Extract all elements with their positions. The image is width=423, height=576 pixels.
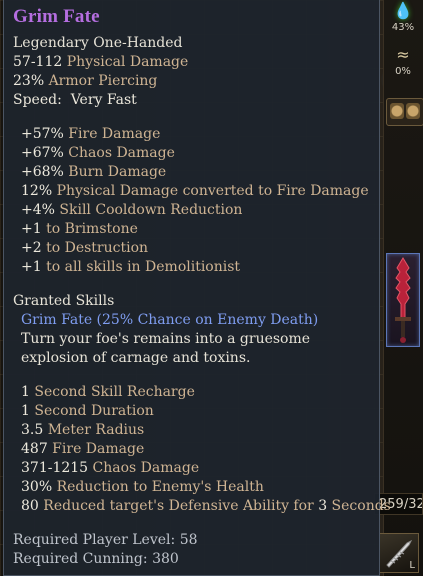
acid-drop-icon: 💧 bbox=[393, 1, 413, 20]
affix-line: +2 to Destruction bbox=[21, 239, 148, 257]
requirement-line: Required Player Level: 58 bbox=[13, 531, 198, 549]
acid-resistance-value: 43% bbox=[391, 22, 415, 33]
skill-stat-value: 1 bbox=[21, 384, 30, 400]
granted-skill-name: Grim Fate (25% Chance on Enemy Death) bbox=[21, 312, 319, 328]
affix-value: +2 bbox=[21, 240, 42, 256]
affix-label: to Destruction bbox=[41, 240, 149, 256]
affix-label: to Brimstone bbox=[41, 221, 138, 237]
affix-line: +68% Burn Damage bbox=[21, 163, 166, 181]
skill-stat-line: 371-1215 Chaos Damage bbox=[21, 459, 199, 477]
affix-line: +57% Fire Damage bbox=[21, 125, 160, 143]
skill-stat-label: Reduced target's Defensive Ability for bbox=[38, 498, 319, 514]
affix-value: +68% bbox=[21, 164, 64, 180]
requirement-label: Required Player Level: bbox=[13, 532, 180, 548]
item-tooltip: Grim Fate Legendary One-Handed 57-112 Ph… bbox=[3, 0, 391, 576]
requirement-line: Required Cunning: 380 bbox=[13, 550, 179, 568]
skill-stat-value: 371-1215 bbox=[21, 460, 89, 476]
stat-value: Speed: bbox=[13, 92, 62, 108]
skill-stat-line: 80 Reduced target's Defensive Ability fo… bbox=[21, 497, 391, 515]
skill-stat-value: 1 bbox=[21, 403, 30, 419]
requirement-value: 380 bbox=[152, 551, 179, 567]
base-stat-line: 23% Armor Piercing bbox=[13, 72, 157, 90]
affix-value: +1 bbox=[21, 221, 42, 237]
requirement-label: Required Cunning: bbox=[13, 551, 153, 567]
affix-label: Burn Damage bbox=[63, 164, 167, 180]
skill-hotbar-button[interactable]: L bbox=[379, 533, 419, 573]
skill-stat-value: 80 bbox=[21, 498, 39, 514]
stat-label: Very Fast bbox=[61, 92, 137, 108]
skill-stat-label: Meter Radius bbox=[43, 422, 145, 438]
affix-value: +57% bbox=[21, 126, 64, 142]
base-stat-line: 57-112 Physical Damage bbox=[13, 53, 188, 71]
skill-stat-label: Second Duration bbox=[29, 403, 154, 419]
wind-resistance-value: 0% bbox=[395, 66, 411, 77]
quick-slot-item[interactable] bbox=[390, 103, 404, 119]
equipped-weapon-slot[interactable] bbox=[386, 253, 420, 347]
skill-stat-label: Fire Damage bbox=[47, 441, 145, 457]
stat-label: Physical Damage bbox=[62, 54, 189, 70]
skill-stat-label: Seconds bbox=[327, 498, 391, 514]
affix-value: 12% bbox=[21, 183, 53, 199]
whirlwind-icon: ≈ bbox=[396, 45, 410, 64]
affix-value: +1 bbox=[21, 259, 42, 275]
affix-label: Physical Damage converted to Fire Damage bbox=[52, 183, 369, 199]
affix-label: Chaos Damage bbox=[63, 145, 175, 161]
affix-line: +67% Chaos Damage bbox=[21, 144, 175, 162]
skill-stat-value: 487 bbox=[21, 441, 48, 457]
affix-line: +4% Skill Cooldown Reduction bbox=[21, 201, 242, 219]
granted-skill-description: Turn your foe's remains into a gruesome bbox=[21, 331, 311, 347]
affix-line: 12% Physical Damage converted to Fire Da… bbox=[21, 182, 369, 200]
affix-line: +1 to all skills in Demolitionist bbox=[21, 258, 240, 276]
granted-skills-heading: Granted Skills bbox=[13, 293, 115, 309]
requirement-value: 58 bbox=[179, 532, 198, 548]
acid-resistance-stat: 💧 43% bbox=[384, 1, 422, 34]
skill-stat-label: Chaos Damage bbox=[88, 460, 200, 476]
skill-stat-line: 1 Second Duration bbox=[21, 402, 154, 420]
game-screen: 💧 43% ≈ 0% 259/32 L Grim Fate Legendary … bbox=[0, 0, 423, 576]
affix-value: +4% bbox=[21, 202, 55, 218]
stat-value: 23% bbox=[13, 73, 45, 89]
item-name: Grim Fate bbox=[13, 6, 100, 27]
skill-stat-label: Reduction to Enemy's Health bbox=[52, 479, 264, 495]
skill-stat-value: 3.5 bbox=[21, 422, 44, 438]
affix-label: to all skills in Demolitionist bbox=[41, 259, 241, 275]
stat-value: 57-112 bbox=[13, 54, 63, 70]
wind-resistance-stat: ≈ 0% bbox=[384, 45, 422, 78]
skill-stat-line: 487 Fire Damage bbox=[21, 440, 144, 458]
granted-skill-description: explosion of carnage and toxins. bbox=[21, 350, 251, 366]
skill-stat-line: 3.5 Meter Radius bbox=[21, 421, 144, 439]
affix-value: +67% bbox=[21, 145, 64, 161]
affix-label: Skill Cooldown Reduction bbox=[54, 202, 243, 218]
affix-line: +1 to Brimstone bbox=[21, 220, 138, 238]
skill-stat-value: 30% bbox=[21, 479, 53, 495]
quick-slot-strip[interactable] bbox=[386, 98, 423, 126]
base-stat-line: Speed: Very Fast bbox=[13, 91, 137, 109]
skill-stat-label: Second Skill Recharge bbox=[29, 384, 195, 400]
skill-stat-line: 30% Reduction to Enemy's Health bbox=[21, 478, 264, 496]
serrated-blade-icon bbox=[395, 257, 411, 343]
hotkey-label: L bbox=[409, 560, 415, 571]
stat-label: Armor Piercing bbox=[44, 73, 158, 89]
skill-stat-line: 1 Second Skill Recharge bbox=[21, 383, 195, 401]
affix-label: Fire Damage bbox=[63, 126, 161, 142]
skill-stat-value: 3 bbox=[318, 498, 328, 514]
quick-slot-item[interactable] bbox=[406, 103, 420, 119]
item-type: Legendary One-Handed bbox=[13, 35, 183, 51]
